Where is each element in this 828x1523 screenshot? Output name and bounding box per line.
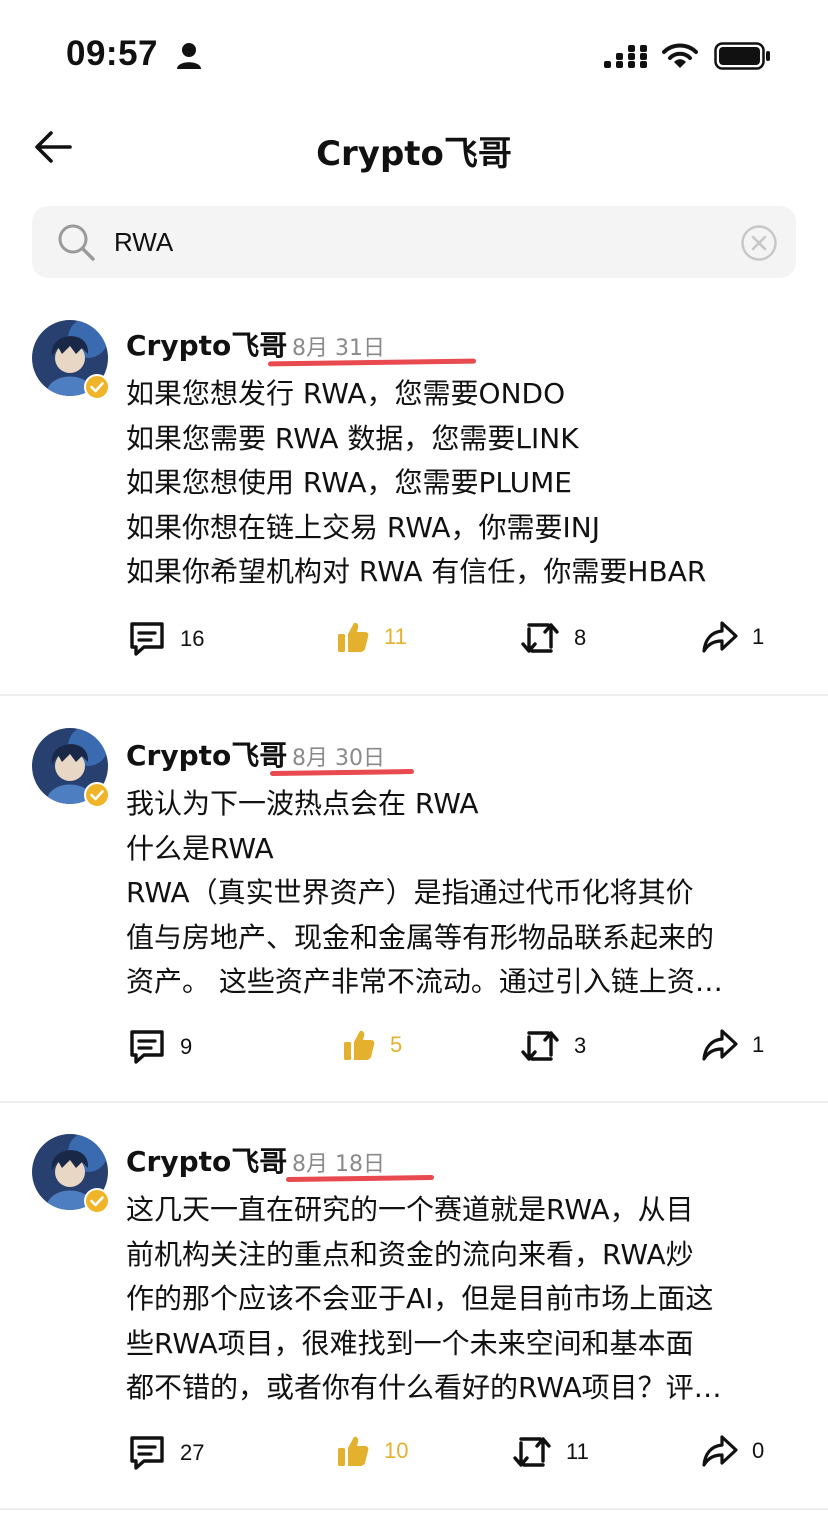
like-count: 10 xyxy=(384,1438,409,1463)
post-text-line: 如果你希望机构对 RWA 有信任，你需要HBAR xyxy=(126,555,707,588)
divider xyxy=(0,1508,828,1510)
share-arrow-icon xyxy=(702,1029,738,1061)
post-text-line: 值与房地产、现金和金属等有形物品联系起来的 xyxy=(126,921,715,954)
battery-icon xyxy=(714,42,770,70)
comment-button[interactable]: 16 xyxy=(128,620,204,658)
like-count: 5 xyxy=(390,1032,403,1057)
share-arrow-icon xyxy=(702,621,738,653)
comment-button[interactable]: 9 xyxy=(128,1028,192,1066)
date-highlight-underline xyxy=(285,1174,435,1183)
clear-search-icon[interactable] xyxy=(740,224,778,262)
post-card[interactable]: Crypto飞哥 8月 18日 这几天一直在研究的一个赛道就是RWA，从目 前机… xyxy=(0,1114,828,1508)
post-text-line: 如果你想在链上交易 RWA，你需要INJ xyxy=(126,511,600,544)
comment-button[interactable]: 27 xyxy=(128,1434,204,1472)
post-date: 8月 31日 xyxy=(292,336,385,361)
post-author[interactable]: Crypto飞哥 xyxy=(126,324,287,364)
post-text-line: 什么是RWA xyxy=(126,832,274,865)
post-date: 8月 18日 xyxy=(292,1152,385,1177)
search-input[interactable] xyxy=(114,218,714,266)
comment-icon xyxy=(130,1030,164,1064)
repost-count: 8 xyxy=(574,625,587,650)
status-time: 09:57 xyxy=(66,34,159,73)
repost-button[interactable]: 8 xyxy=(520,620,586,656)
post-text-line: 如果您想使用 RWA，您需要PLUME xyxy=(126,466,572,499)
repost-count: 3 xyxy=(574,1033,587,1058)
repost-icon xyxy=(521,623,559,653)
nav-bar: Crypto飞哥 xyxy=(0,110,828,190)
repost-button[interactable]: 11 xyxy=(512,1434,589,1470)
post-card[interactable]: Crypto飞哥 8月 30日 我认为下一波热点会在 RWA 什么是RWA RW… xyxy=(0,708,828,1102)
share-button[interactable]: 1 xyxy=(702,1028,764,1062)
post-author[interactable]: Crypto飞哥 xyxy=(126,1140,287,1180)
repost-icon xyxy=(521,1031,559,1061)
post-text-line: 这几天一直在研究的一个赛道就是RWA，从目 xyxy=(126,1193,694,1226)
wifi-icon xyxy=(662,43,698,68)
thumbs-up-icon xyxy=(338,1436,369,1466)
post-date: 8月 30日 xyxy=(292,746,385,771)
status-bar: 09:57 xyxy=(0,0,828,110)
search-bar xyxy=(32,206,796,278)
post-card[interactable]: Crypto飞哥 8月 31日 如果您想发行 RWA，您需要ONDO 如果您需要… xyxy=(0,300,828,694)
post-text-line: 我认为下一波热点会在 RWA xyxy=(126,787,479,820)
search-icon xyxy=(58,224,95,261)
thumbs-up-icon xyxy=(344,1030,375,1060)
post-text-line: 如果您需要 RWA 数据，您需要LINK xyxy=(126,422,579,455)
share-arrow-icon xyxy=(702,1435,738,1467)
like-button[interactable]: 5 xyxy=(342,1028,402,1062)
repost-button[interactable]: 3 xyxy=(520,1028,586,1064)
like-count: 11 xyxy=(384,624,407,649)
like-button[interactable]: 11 xyxy=(336,620,407,654)
share-button[interactable]: 0 xyxy=(702,1434,764,1468)
repost-count: 11 xyxy=(566,1439,589,1464)
person-icon xyxy=(177,43,201,69)
comment-count: 9 xyxy=(180,1034,193,1059)
page-title: Crypto飞哥 xyxy=(316,134,512,174)
comment-icon xyxy=(130,1436,164,1470)
signal-dots-icon xyxy=(604,45,647,68)
comment-icon xyxy=(130,622,164,656)
verified-badge-icon xyxy=(84,782,110,808)
divider xyxy=(0,694,828,696)
comment-count: 16 xyxy=(180,626,205,651)
verified-badge-icon xyxy=(84,374,110,400)
divider xyxy=(0,1101,828,1103)
repost-icon xyxy=(513,1437,551,1467)
share-count: 1 xyxy=(752,624,765,649)
post-text-line: 如果您想发行 RWA，您需要ONDO xyxy=(126,377,566,410)
like-button[interactable]: 10 xyxy=(336,1434,408,1468)
share-button[interactable]: 1 xyxy=(702,620,764,654)
post-text-line: 都不错的，或者你有什么看好的RWA项目？评… xyxy=(126,1371,722,1404)
post-text-line: 作的那个应该不会亚于AI，但是目前市场上面这 xyxy=(126,1282,714,1315)
comment-count: 27 xyxy=(180,1440,205,1465)
post-text-line: 些RWA项目，很难找到一个未来空间和基本面 xyxy=(126,1327,694,1360)
post-text-line: 前机构关注的重点和资金的流向来看，RWA炒 xyxy=(126,1238,694,1271)
date-highlight-underline xyxy=(269,768,415,777)
share-count: 1 xyxy=(752,1032,765,1057)
post-text-line: 资产。 这些资产非常不流动。通过引入链上资… xyxy=(126,965,723,998)
share-count: 0 xyxy=(752,1438,765,1463)
post-text-line: RWA（真实世界资产）是指通过代币化将其价 xyxy=(126,876,694,909)
verified-badge-icon xyxy=(84,1188,110,1214)
thumbs-up-icon xyxy=(338,622,369,652)
post-author[interactable]: Crypto飞哥 xyxy=(126,734,287,774)
